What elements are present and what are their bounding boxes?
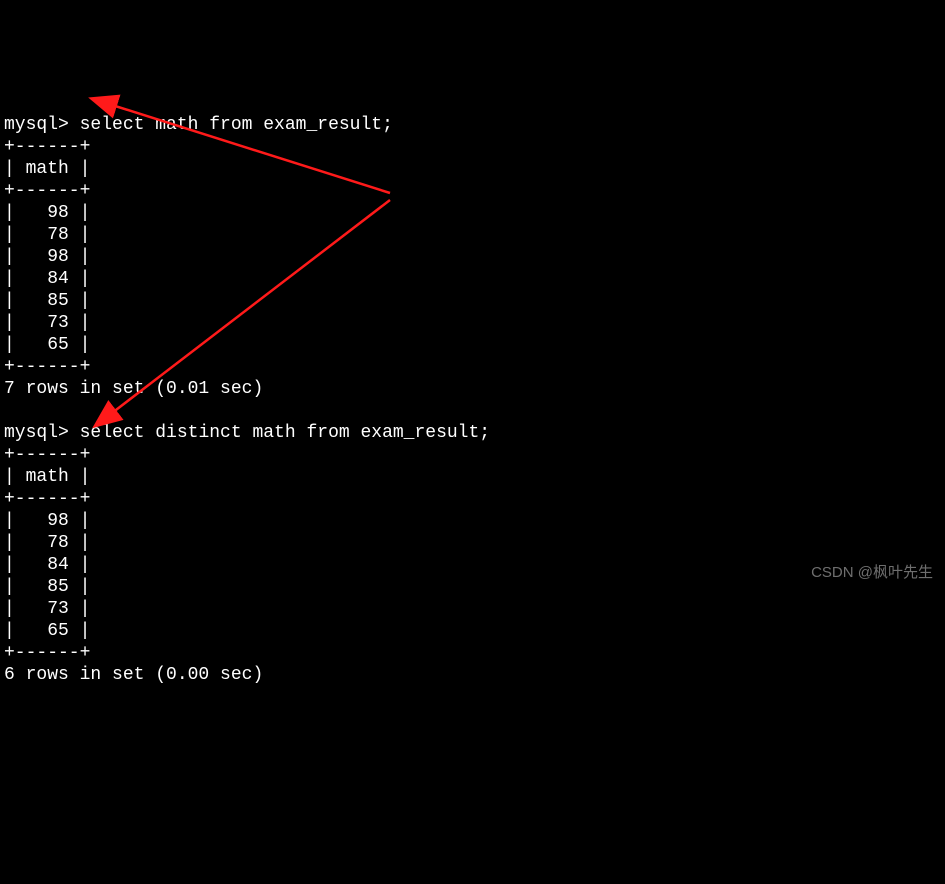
table-row: | 85 |	[4, 577, 90, 597]
table-row: | 78 |	[4, 225, 90, 245]
table-divider: +------+	[4, 357, 90, 377]
table-row: | 98 |	[4, 247, 90, 267]
table-row: | 73 |	[4, 313, 90, 333]
table-header: | math |	[4, 159, 90, 179]
table-row: | 98 |	[4, 203, 90, 223]
table-divider: +------+	[4, 181, 90, 201]
table-row: | 73 |	[4, 599, 90, 619]
table-row: | 84 |	[4, 555, 90, 575]
table-header: | math |	[4, 467, 90, 487]
result-footer-1: 7 rows in set (0.01 sec)	[4, 379, 263, 399]
table-divider: +------+	[4, 445, 90, 465]
table-row: | 65 |	[4, 335, 90, 355]
table-divider: +------+	[4, 643, 90, 663]
result-footer-2: 6 rows in set (0.00 sec)	[4, 665, 263, 685]
table-row: | 65 |	[4, 621, 90, 641]
table-divider: +------+	[4, 137, 90, 157]
table-row: | 85 |	[4, 291, 90, 311]
prompt-2: mysql>	[4, 423, 80, 443]
sql-query-2: select distinct math from exam_result;	[80, 423, 490, 443]
terminal-output: mysql> select math from exam_result; +--…	[4, 92, 941, 686]
table-divider: +------+	[4, 489, 90, 509]
table-row: | 78 |	[4, 533, 90, 553]
table-row: | 84 |	[4, 269, 90, 289]
table-row: | 98 |	[4, 511, 90, 531]
prompt-1: mysql>	[4, 115, 80, 135]
watermark-text: CSDN @枫叶先生	[811, 562, 933, 584]
sql-query-1: select math from exam_result;	[80, 115, 393, 135]
